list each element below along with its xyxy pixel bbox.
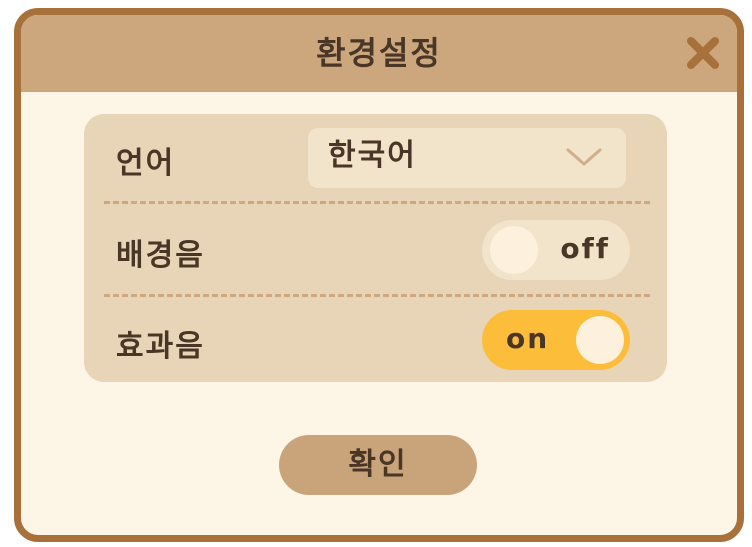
close-button[interactable] — [683, 33, 723, 73]
bgm-toggle[interactable]: off — [482, 220, 630, 280]
toggle-knob — [490, 226, 538, 274]
language-select[interactable]: 한국어 — [308, 128, 626, 188]
language-row: 언어 한국어 — [84, 114, 667, 202]
toggle-knob — [576, 316, 624, 364]
settings-dialog: 환경설정 언어 한국어 배경음 off 효과음 on 확인 — [14, 8, 744, 542]
language-selected-value: 한국어 — [328, 138, 417, 173]
settings-panel: 언어 한국어 배경음 off 효과음 on — [84, 114, 667, 382]
close-icon — [687, 37, 719, 69]
bgm-toggle-state: off — [560, 232, 610, 265]
dialog-title: 환경설정 — [316, 34, 442, 72]
confirm-button[interactable]: 확인 — [279, 435, 477, 495]
sfx-toggle-state: on — [506, 322, 550, 355]
language-label: 언어 — [116, 146, 176, 181]
sfx-toggle[interactable]: on — [482, 310, 630, 370]
sfx-row: 효과음 on — [84, 297, 667, 382]
bgm-label: 배경음 — [116, 238, 205, 273]
sfx-label: 효과음 — [116, 329, 205, 364]
chevron-down-icon — [566, 148, 602, 166]
bgm-row: 배경음 off — [84, 204, 667, 294]
